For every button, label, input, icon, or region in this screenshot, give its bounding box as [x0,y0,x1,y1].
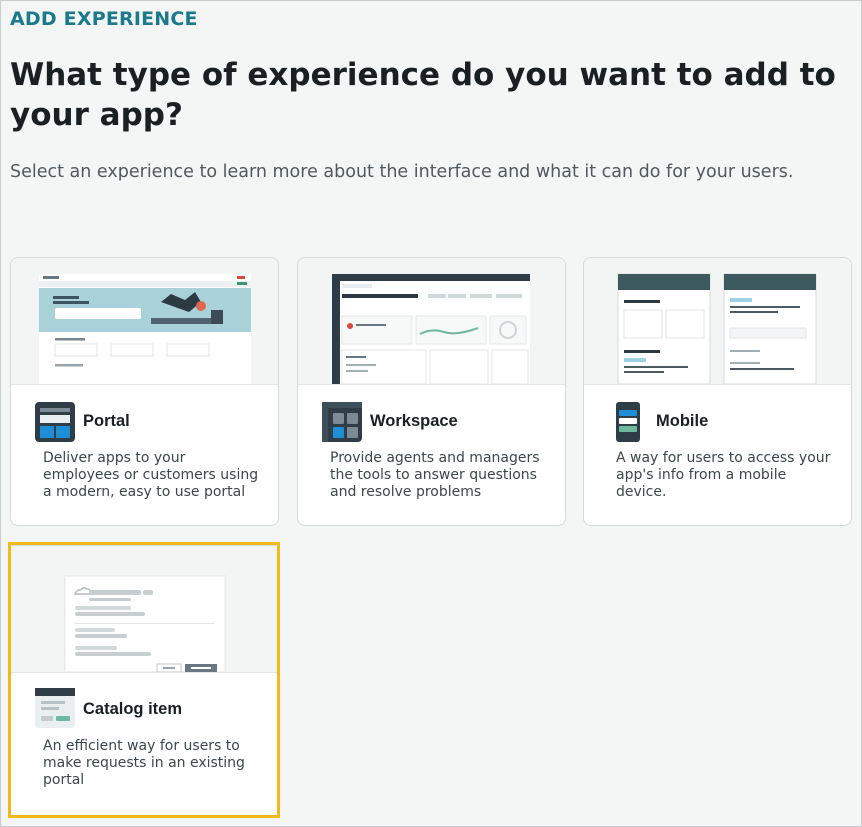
experience-card-mobile[interactable]: Mobile A way for users to access your ap… [583,257,852,526]
eyebrow-label: ADD EXPERIENCE [10,8,198,30]
card-title: Mobile [656,412,709,430]
page-title: What type of experience do you want to a… [10,57,836,133]
card-title: Catalog item [83,700,183,718]
mobile-preview-image [584,258,851,384]
page-subtitle: Select an experience to learn more about… [10,162,794,182]
portal-icon [35,402,75,442]
card-divider [584,384,851,385]
card-description: A way for users to access your app's inf… [616,450,831,500]
card-description: Deliver apps to your employees or custom… [43,450,259,500]
portal-preview-image [11,258,278,384]
catalog-item-preview-image [11,546,277,672]
card-description: An efficient way for users to make reque… [43,738,245,788]
experience-card-catalog-item[interactable]: Catalog item An efficient way for users … [10,545,278,816]
card-divider [298,384,565,385]
card-title: Workspace [370,412,458,430]
card-divider [11,672,277,673]
catalog-item-icon [35,688,75,728]
card-title: Portal [83,412,130,430]
mobile-icon [616,402,640,442]
workspace-preview-image [298,258,565,384]
card-description: Provide agents and managers the tools to… [330,450,540,500]
workspace-icon [322,402,362,442]
card-divider [11,384,278,385]
experience-card-workspace[interactable]: Workspace Provide agents and managers th… [297,257,566,526]
experience-card-portal[interactable]: Portal Deliver apps to your employees or… [10,257,279,526]
